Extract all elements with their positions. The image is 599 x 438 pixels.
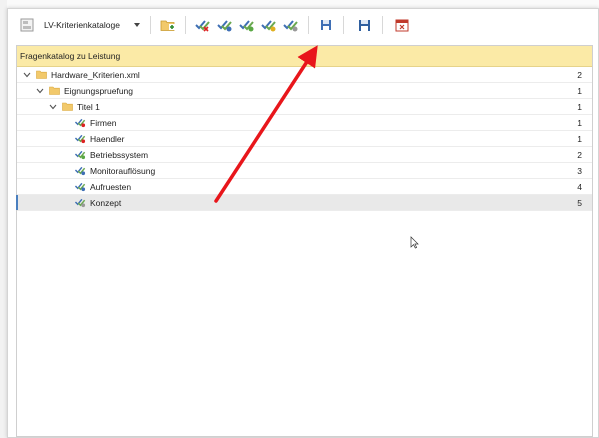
- tree-row[interactable]: Firmen 1: [17, 115, 592, 131]
- toolbar-separator: [381, 16, 383, 34]
- toolbar-separator: [342, 16, 344, 34]
- folder-icon: [49, 85, 60, 96]
- chevron-down-icon[interactable]: [21, 69, 33, 81]
- tree-row-count: 2: [577, 69, 582, 80]
- tree-row-count: 1: [577, 101, 582, 112]
- tree-row-label: Konzept: [90, 197, 122, 208]
- toolbar: LV-Kriterienkataloge: [8, 9, 598, 41]
- chevron-down-icon[interactable]: [133, 23, 140, 27]
- check-gray-icon[interactable]: [282, 16, 300, 34]
- new-folder-icon[interactable]: [159, 16, 177, 34]
- criterion-check-icon: [75, 165, 86, 176]
- toolbar-separator: [307, 16, 309, 34]
- tree-row-label: Betriebssystem: [90, 149, 149, 160]
- tree-row[interactable]: Eignungspruefung 1: [17, 83, 592, 99]
- check-green-icon[interactable]: [238, 16, 256, 34]
- check-blue-icon[interactable]: [216, 16, 234, 34]
- tree-row-label: Hardware_Kriterien.xml: [51, 69, 140, 80]
- criterion-check-icon: [75, 149, 86, 160]
- tree-row-label: Aufruesten: [90, 181, 132, 192]
- catalog-combo-label: LV-Kriterienkataloge: [44, 20, 120, 30]
- check-yellow-icon[interactable]: [260, 16, 278, 34]
- criterion-check-icon: [75, 133, 86, 144]
- folder-icon: [62, 101, 73, 112]
- tree-row-count: 5: [577, 197, 582, 208]
- toolbar-separator: [184, 16, 186, 34]
- save-small-icon[interactable]: [317, 16, 335, 34]
- tree-row[interactable]: Haendler 1: [17, 131, 592, 147]
- tree-row-count: 1: [577, 117, 582, 128]
- tree-view: Hardware_Kriterien.xml 2 Eignungspruefung 1…: [16, 67, 592, 211]
- save-icon[interactable]: [356, 16, 374, 34]
- app-window: LV-Kriterienkataloge Fragenkatalog zu Le…: [7, 8, 599, 438]
- chevron-down-icon[interactable]: [34, 85, 46, 97]
- tree-row-label: Titel 1: [77, 101, 100, 112]
- tree-row-count: 1: [577, 85, 582, 96]
- chevron-down-icon[interactable]: [47, 101, 59, 113]
- tree-row-count: 2: [577, 149, 582, 160]
- tree-row[interactable]: Aufruesten 4: [17, 179, 592, 195]
- check-red-icon[interactable]: [194, 16, 212, 34]
- tree-row-label: Eignungspruefung: [64, 85, 134, 96]
- tree-row-label: Monitorauflösung: [90, 165, 156, 176]
- tree-row-count: 3: [577, 165, 582, 176]
- criterion-check-icon: [75, 197, 86, 208]
- tree-row-label: Haendler: [90, 133, 125, 144]
- catalog-combo[interactable]: LV-Kriterienkataloge: [36, 15, 146, 35]
- window-top-strip: [7, 0, 599, 8]
- tree-row-count: 4: [577, 181, 582, 192]
- tree-row-count: 1: [577, 133, 582, 144]
- question-catalog-panel: Fragenkatalog zu Leistung Hardware_Krite…: [16, 45, 593, 437]
- toolbar-separator: [149, 16, 151, 34]
- close-window-icon[interactable]: [393, 16, 411, 34]
- criterion-check-icon: [75, 117, 86, 128]
- tree-row[interactable]: Hardware_Kriterien.xml 2: [17, 67, 592, 83]
- tree-row[interactable]: Monitorauflösung 3: [17, 163, 592, 179]
- tree-row[interactable]: Titel 1 1: [17, 99, 592, 115]
- folder-icon: [36, 69, 47, 80]
- panel-title: Fragenkatalog zu Leistung: [17, 46, 592, 67]
- criterion-check-icon: [75, 181, 86, 192]
- tree-row[interactable]: Konzept 5: [16, 195, 592, 211]
- catalog-settings-icon[interactable]: [18, 16, 36, 34]
- tree-row-label: Firmen: [90, 117, 117, 128]
- tree-row[interactable]: Betriebssystem 2: [17, 147, 592, 163]
